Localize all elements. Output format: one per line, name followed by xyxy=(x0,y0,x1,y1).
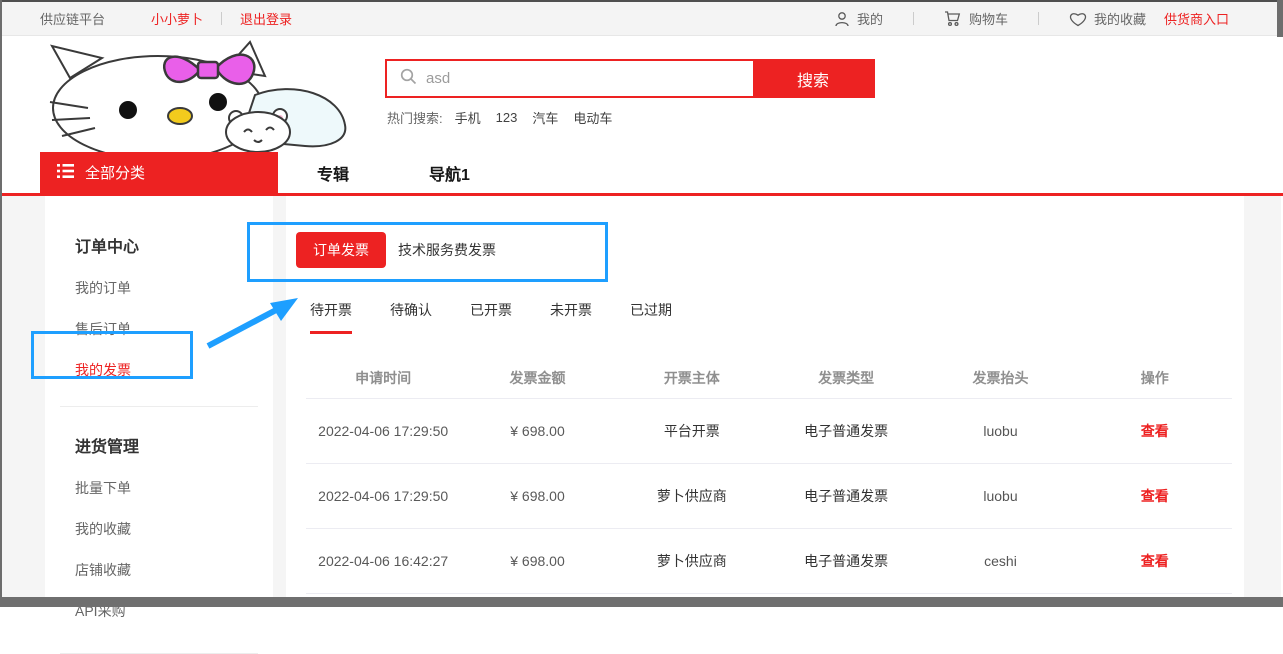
brand-title: 供应链平台 xyxy=(40,9,105,28)
user-icon xyxy=(834,11,850,27)
hot-keyword[interactable]: 123 xyxy=(496,110,518,125)
hot-keyword[interactable]: 手机 xyxy=(455,108,481,127)
cart-label: 购物车 xyxy=(969,9,1008,28)
hot-search-label: 热门搜索: xyxy=(387,108,443,127)
cell-amount: ¥ 698.00 xyxy=(460,488,614,504)
favorites-label: 我的收藏 xyxy=(1094,9,1146,28)
status-tab-pending[interactable]: 待开票 xyxy=(310,300,352,334)
cell-issuer: 平台开票 xyxy=(615,421,769,441)
favorites-link[interactable]: 我的收藏 xyxy=(1069,9,1146,28)
view-link[interactable]: 查看 xyxy=(1078,486,1232,506)
all-categories-button[interactable]: 全部分类 xyxy=(40,152,278,193)
cell-apply-time: 2022-04-06 17:29:50 xyxy=(306,423,460,439)
search-button[interactable]: 搜索 xyxy=(753,61,873,96)
cart-icon xyxy=(944,10,962,27)
table-row: 2022-04-06 17:29:50 ¥ 698.00 萝卜供应商 电子普通发… xyxy=(306,464,1232,528)
column-header-issuer: 开票主体 xyxy=(615,368,769,388)
cell-apply-time: 2022-04-06 17:29:50 xyxy=(306,488,460,504)
username-link[interactable]: 小小萝卜 xyxy=(151,9,203,28)
cell-invoice-title: ceshi xyxy=(923,553,1077,569)
sidebar-item-my-orders[interactable]: 我的订单 xyxy=(75,278,131,298)
column-header-apply-time: 申请时间 xyxy=(306,368,460,388)
cell-invoice-type: 电子普通发票 xyxy=(769,551,923,571)
cell-invoice-title: luobu xyxy=(923,423,1077,439)
cart-link[interactable]: 购物车 xyxy=(944,9,1008,28)
search-bar: 搜索 xyxy=(385,59,875,98)
sidebar-section-purchase-management: 进货管理 xyxy=(75,407,273,457)
invoice-status-tabs: 待开票 待确认 已开票 未开票 已过期 xyxy=(310,300,672,334)
tab-order-invoice[interactable]: 订单发票 xyxy=(296,232,386,268)
sidebar-item-shop-favorites[interactable]: 店铺收藏 xyxy=(75,560,131,580)
table-header-row: 申请时间 发票金额 开票主体 发票类型 发票抬头 操作 xyxy=(306,358,1232,398)
sidebar-item-my-favorites[interactable]: 我的收藏 xyxy=(75,519,131,539)
divider xyxy=(221,12,222,25)
column-header-type: 发票类型 xyxy=(769,368,923,388)
table-row: 2022-04-06 17:29:50 ¥ 698.00 平台开票 电子普通发票… xyxy=(306,399,1232,463)
site-header: 搜索 热门搜索: 手机 123 汽车 电动车 全部分类 专辑 导航1 xyxy=(2,37,1281,193)
cell-apply-time: 2022-04-06 16:42:27 xyxy=(306,553,460,569)
divider xyxy=(913,12,914,25)
column-header-action: 操作 xyxy=(1078,368,1232,388)
window-top-border xyxy=(0,0,1283,2)
status-tab-expired[interactable]: 已过期 xyxy=(630,300,672,334)
heart-icon xyxy=(1069,11,1087,27)
cell-amount: ¥ 698.00 xyxy=(460,553,614,569)
topbar-right: 我的 购物车 我的收藏 供货商入口 xyxy=(834,9,1229,28)
cell-amount: ¥ 698.00 xyxy=(460,423,614,439)
window-right-border xyxy=(1277,0,1283,37)
invoice-panel: 订单发票 技术服务费发票 待开票 待确认 已开票 未开票 已过期 申请时间 发票… xyxy=(286,196,1244,607)
invoice-table: 申请时间 发票金额 开票主体 发票类型 发票抬头 操作 2022-04-06 1… xyxy=(306,358,1232,594)
nav-item-nav1[interactable]: 导航1 xyxy=(429,161,470,185)
main-nav: 专辑 导航1 xyxy=(317,152,470,193)
sidebar-item-bulk-order[interactable]: 批量下单 xyxy=(75,478,131,498)
supplier-entry-link[interactable]: 供货商入口 xyxy=(1164,9,1229,28)
topbar-left: 供应链平台 小小萝卜 退出登录 xyxy=(40,9,292,28)
search-input[interactable] xyxy=(426,61,753,96)
status-tab-to-confirm[interactable]: 待确认 xyxy=(390,300,432,334)
search-field xyxy=(387,61,753,96)
tab-tech-service-invoice[interactable]: 技术服务费发票 xyxy=(398,232,496,268)
hot-keyword[interactable]: 电动车 xyxy=(573,108,612,127)
my-account-label: 我的 xyxy=(857,9,883,28)
sidebar-item-my-invoices[interactable]: 我的发票 xyxy=(75,360,131,380)
view-link[interactable]: 查看 xyxy=(1078,551,1232,571)
table-divider xyxy=(306,593,1232,594)
sidebar-section-order-center: 订单中心 xyxy=(75,196,273,257)
category-list-icon xyxy=(57,164,74,182)
column-header-amount: 发票金额 xyxy=(460,368,614,388)
cell-invoice-type: 电子普通发票 xyxy=(769,486,923,506)
hot-search: 热门搜索: 手机 123 汽车 电动车 xyxy=(387,108,627,127)
window-left-border xyxy=(0,0,2,607)
status-tab-not-issued[interactable]: 未开票 xyxy=(550,300,592,334)
divider xyxy=(1038,12,1039,25)
sidebar-item-after-sale-orders[interactable]: 售后订单 xyxy=(75,319,131,339)
view-link[interactable]: 查看 xyxy=(1078,421,1232,441)
sidebar: 订单中心 我的订单 售后订单 我的发票 进货管理 批量下单 我的收藏 店铺收藏 … xyxy=(45,196,273,607)
cell-issuer: 萝卜供应商 xyxy=(615,486,769,506)
search-icon xyxy=(400,68,417,90)
table-row: 2022-04-06 16:42:27 ¥ 698.00 萝卜供应商 电子普通发… xyxy=(306,529,1232,593)
cell-invoice-title: luobu xyxy=(923,488,1077,504)
status-tab-issued[interactable]: 已开票 xyxy=(470,300,512,334)
all-categories-label: 全部分类 xyxy=(85,162,145,183)
header-accent-line xyxy=(0,193,1283,196)
my-account-link[interactable]: 我的 xyxy=(834,9,883,28)
logo-image[interactable] xyxy=(40,40,370,152)
column-header-title: 发票抬头 xyxy=(923,368,1077,388)
window-bottom-bar xyxy=(0,597,1283,607)
hot-keyword[interactable]: 汽车 xyxy=(532,108,558,127)
cell-issuer: 萝卜供应商 xyxy=(615,551,769,571)
topbar: 供应链平台 小小萝卜 退出登录 我的 购物车 我的收藏 供货商入口 xyxy=(2,2,1281,36)
logout-link[interactable]: 退出登录 xyxy=(240,9,292,28)
nav-item-album[interactable]: 专辑 xyxy=(317,161,349,185)
cell-invoice-type: 电子普通发票 xyxy=(769,421,923,441)
